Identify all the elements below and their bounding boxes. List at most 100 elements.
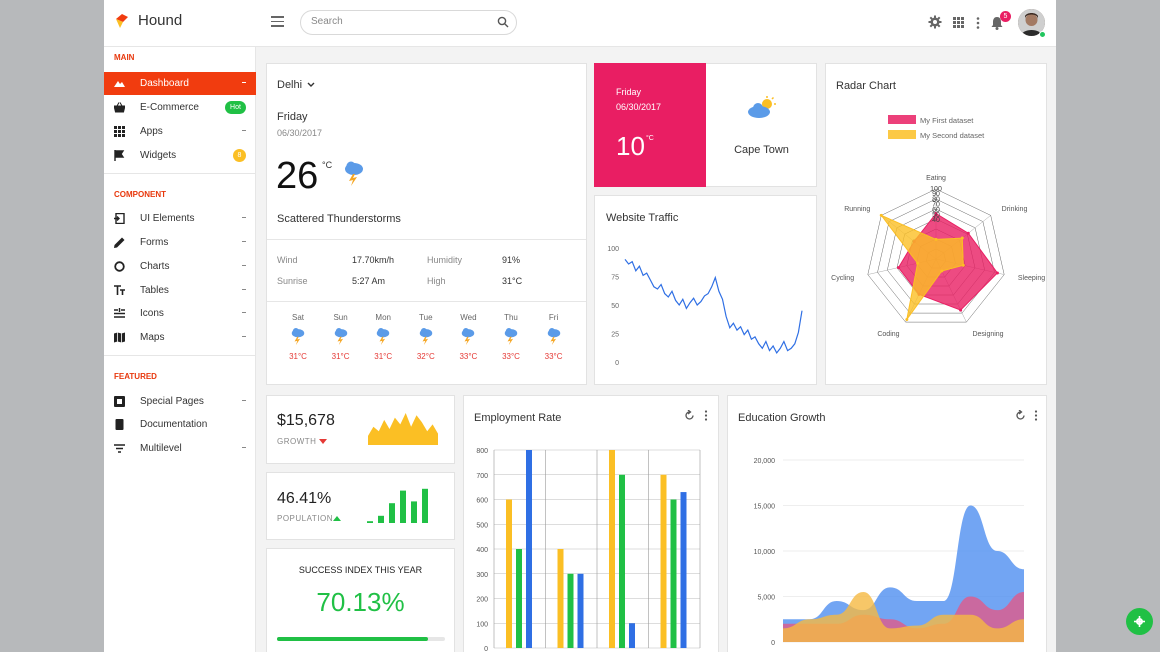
expand-indicator (242, 400, 246, 401)
menu-toggle-icon[interactable] (271, 16, 284, 27)
y-tick-label: 200 (476, 597, 488, 604)
sidebar-item-charts[interactable]: Charts (104, 255, 256, 278)
radar-point (966, 231, 970, 235)
humidity-label: Humidity (427, 255, 463, 265)
education-area-chart: 0 5,000 10,000 15,000 20,000 (754, 458, 1024, 647)
sidebar-item-widgets[interactable]: Widgets 8 (104, 144, 256, 167)
section-main-heading: MAIN (114, 53, 135, 62)
sidebar-item-apps[interactable]: Apps (104, 120, 256, 143)
high-value: 31°C (502, 276, 523, 286)
sidebar-item-maps[interactable]: Maps (104, 326, 256, 349)
sidebar-item-special-pages[interactable]: Special Pages (104, 390, 256, 413)
city-name: Delhi (277, 79, 303, 91)
sidebar-item-ui-elements[interactable]: UI Elements (104, 207, 256, 230)
refresh-icon[interactable] (684, 410, 695, 421)
population-bar (378, 515, 384, 523)
sidebar-item-ecommerce[interactable]: E-Commerce Hot (104, 96, 256, 119)
sidebar: MAIN Dashboard E-Commerce Hot Apps Widge… (104, 47, 256, 652)
more-vertical-icon[interactable] (1034, 410, 1038, 421)
search-input[interactable] (311, 16, 491, 27)
radar-point (896, 266, 900, 270)
radar-category-label: Designing (972, 331, 1003, 338)
radar-point (960, 236, 964, 240)
forecast-day: Fri 33°C (539, 313, 569, 361)
employment-bar (557, 549, 564, 648)
cape-town-day: Friday (616, 87, 642, 97)
apps-grid-icon[interactable] (953, 17, 964, 28)
sidebar-item-label: Special Pages (140, 396, 204, 407)
population-bar (389, 503, 395, 523)
forecast-day-name: Wed (460, 313, 477, 322)
y-tick-label: 20,000 (754, 458, 776, 465)
forecast-day-name: Tue (419, 313, 433, 322)
radar-point (959, 308, 963, 312)
legend-label: My Second dataset (920, 131, 985, 140)
cape-town-weather-card: Friday 06/30/2017 10 °C Cape Town (594, 63, 817, 187)
radar-point (940, 269, 944, 273)
settings-gear-icon[interactable] (928, 15, 942, 29)
thunderstorm-icon (291, 328, 305, 345)
table-icon (114, 285, 125, 295)
search-box (300, 10, 517, 35)
sidebar-item-label: Multilevel (140, 443, 182, 454)
y-tick-label: 500 (476, 522, 488, 529)
more-vertical-icon[interactable] (704, 410, 708, 421)
employment-bar (680, 492, 687, 648)
y-tick-label: 5,000 (757, 595, 775, 602)
employment-bar (526, 450, 532, 648)
population-bar (411, 501, 417, 523)
y-tick-label: 50 (611, 303, 619, 310)
employment-rate-card: Employment Rate 0 100 200 300 400 500 600 700 80… (463, 395, 719, 652)
y-tick-label: 400 (476, 547, 488, 554)
expand-indicator (242, 336, 246, 337)
radar-point (961, 263, 965, 267)
y-tick-label: 300 (476, 572, 488, 579)
expand-indicator (242, 265, 246, 266)
employment-bar (516, 549, 522, 648)
online-status-dot (1039, 31, 1046, 38)
sidebar-item-dashboard[interactable]: Dashboard (104, 72, 256, 95)
population-stat-card: 46.41% POPULATION (266, 472, 455, 540)
sidebar-item-label: Charts (140, 261, 170, 272)
y-tick-label: 800 (476, 448, 488, 455)
refresh-icon[interactable] (1015, 410, 1026, 421)
y-tick-label: 100 (476, 621, 488, 628)
employment-bar (577, 573, 584, 648)
website-traffic-card: Website Traffic 0 25 50 75 100 (594, 195, 817, 385)
forecast-day: Wed 33°C (453, 313, 483, 361)
expand-indicator (242, 447, 246, 448)
employment-title: Employment Rate (474, 412, 562, 424)
chart-ring-icon (114, 261, 125, 272)
traffic-series-line (624, 259, 803, 355)
employment-bar (609, 450, 615, 648)
employment-bar (629, 623, 635, 648)
sidebar-item-documentation[interactable]: Documentation (104, 413, 256, 436)
search-icon[interactable] (497, 16, 509, 28)
traffic-line-chart: 0 25 50 75 100 (607, 246, 803, 367)
hound-logo-icon (116, 13, 128, 28)
sidebar-item-multilevel[interactable]: Multilevel (104, 437, 256, 460)
sidebar-item-forms[interactable]: Forms (104, 231, 256, 254)
divider (267, 239, 586, 240)
y-tick-label: 75 (611, 275, 619, 282)
sidebar-divider (104, 355, 256, 356)
widgets-count-badge: 8 (233, 149, 246, 162)
city-selector[interactable]: Delhi (277, 79, 315, 91)
ui-elements-icon (114, 213, 125, 224)
forecast-temp: 31°C (331, 352, 350, 361)
sidebar-item-label: UI Elements (140, 213, 195, 224)
more-vertical-icon[interactable] (976, 17, 980, 29)
book-icon (115, 419, 124, 430)
wind-label: Wind (277, 255, 298, 265)
radar-category-label: Running (844, 206, 870, 213)
sidebar-item-tables[interactable]: Tables (104, 279, 256, 302)
humidity-value: 91% (502, 255, 521, 265)
app-logo[interactable]: Hound (114, 12, 182, 29)
settings-fab-button[interactable] (1126, 608, 1153, 635)
weather-condition: Scattered Thunderstorms (277, 213, 401, 225)
expand-indicator (242, 130, 246, 131)
sidebar-item-icons[interactable]: Icons (104, 302, 256, 325)
radar-title: Radar Chart (836, 80, 896, 92)
radar-category-label: Coding (877, 331, 899, 338)
temperature-unit: °C (322, 160, 333, 170)
